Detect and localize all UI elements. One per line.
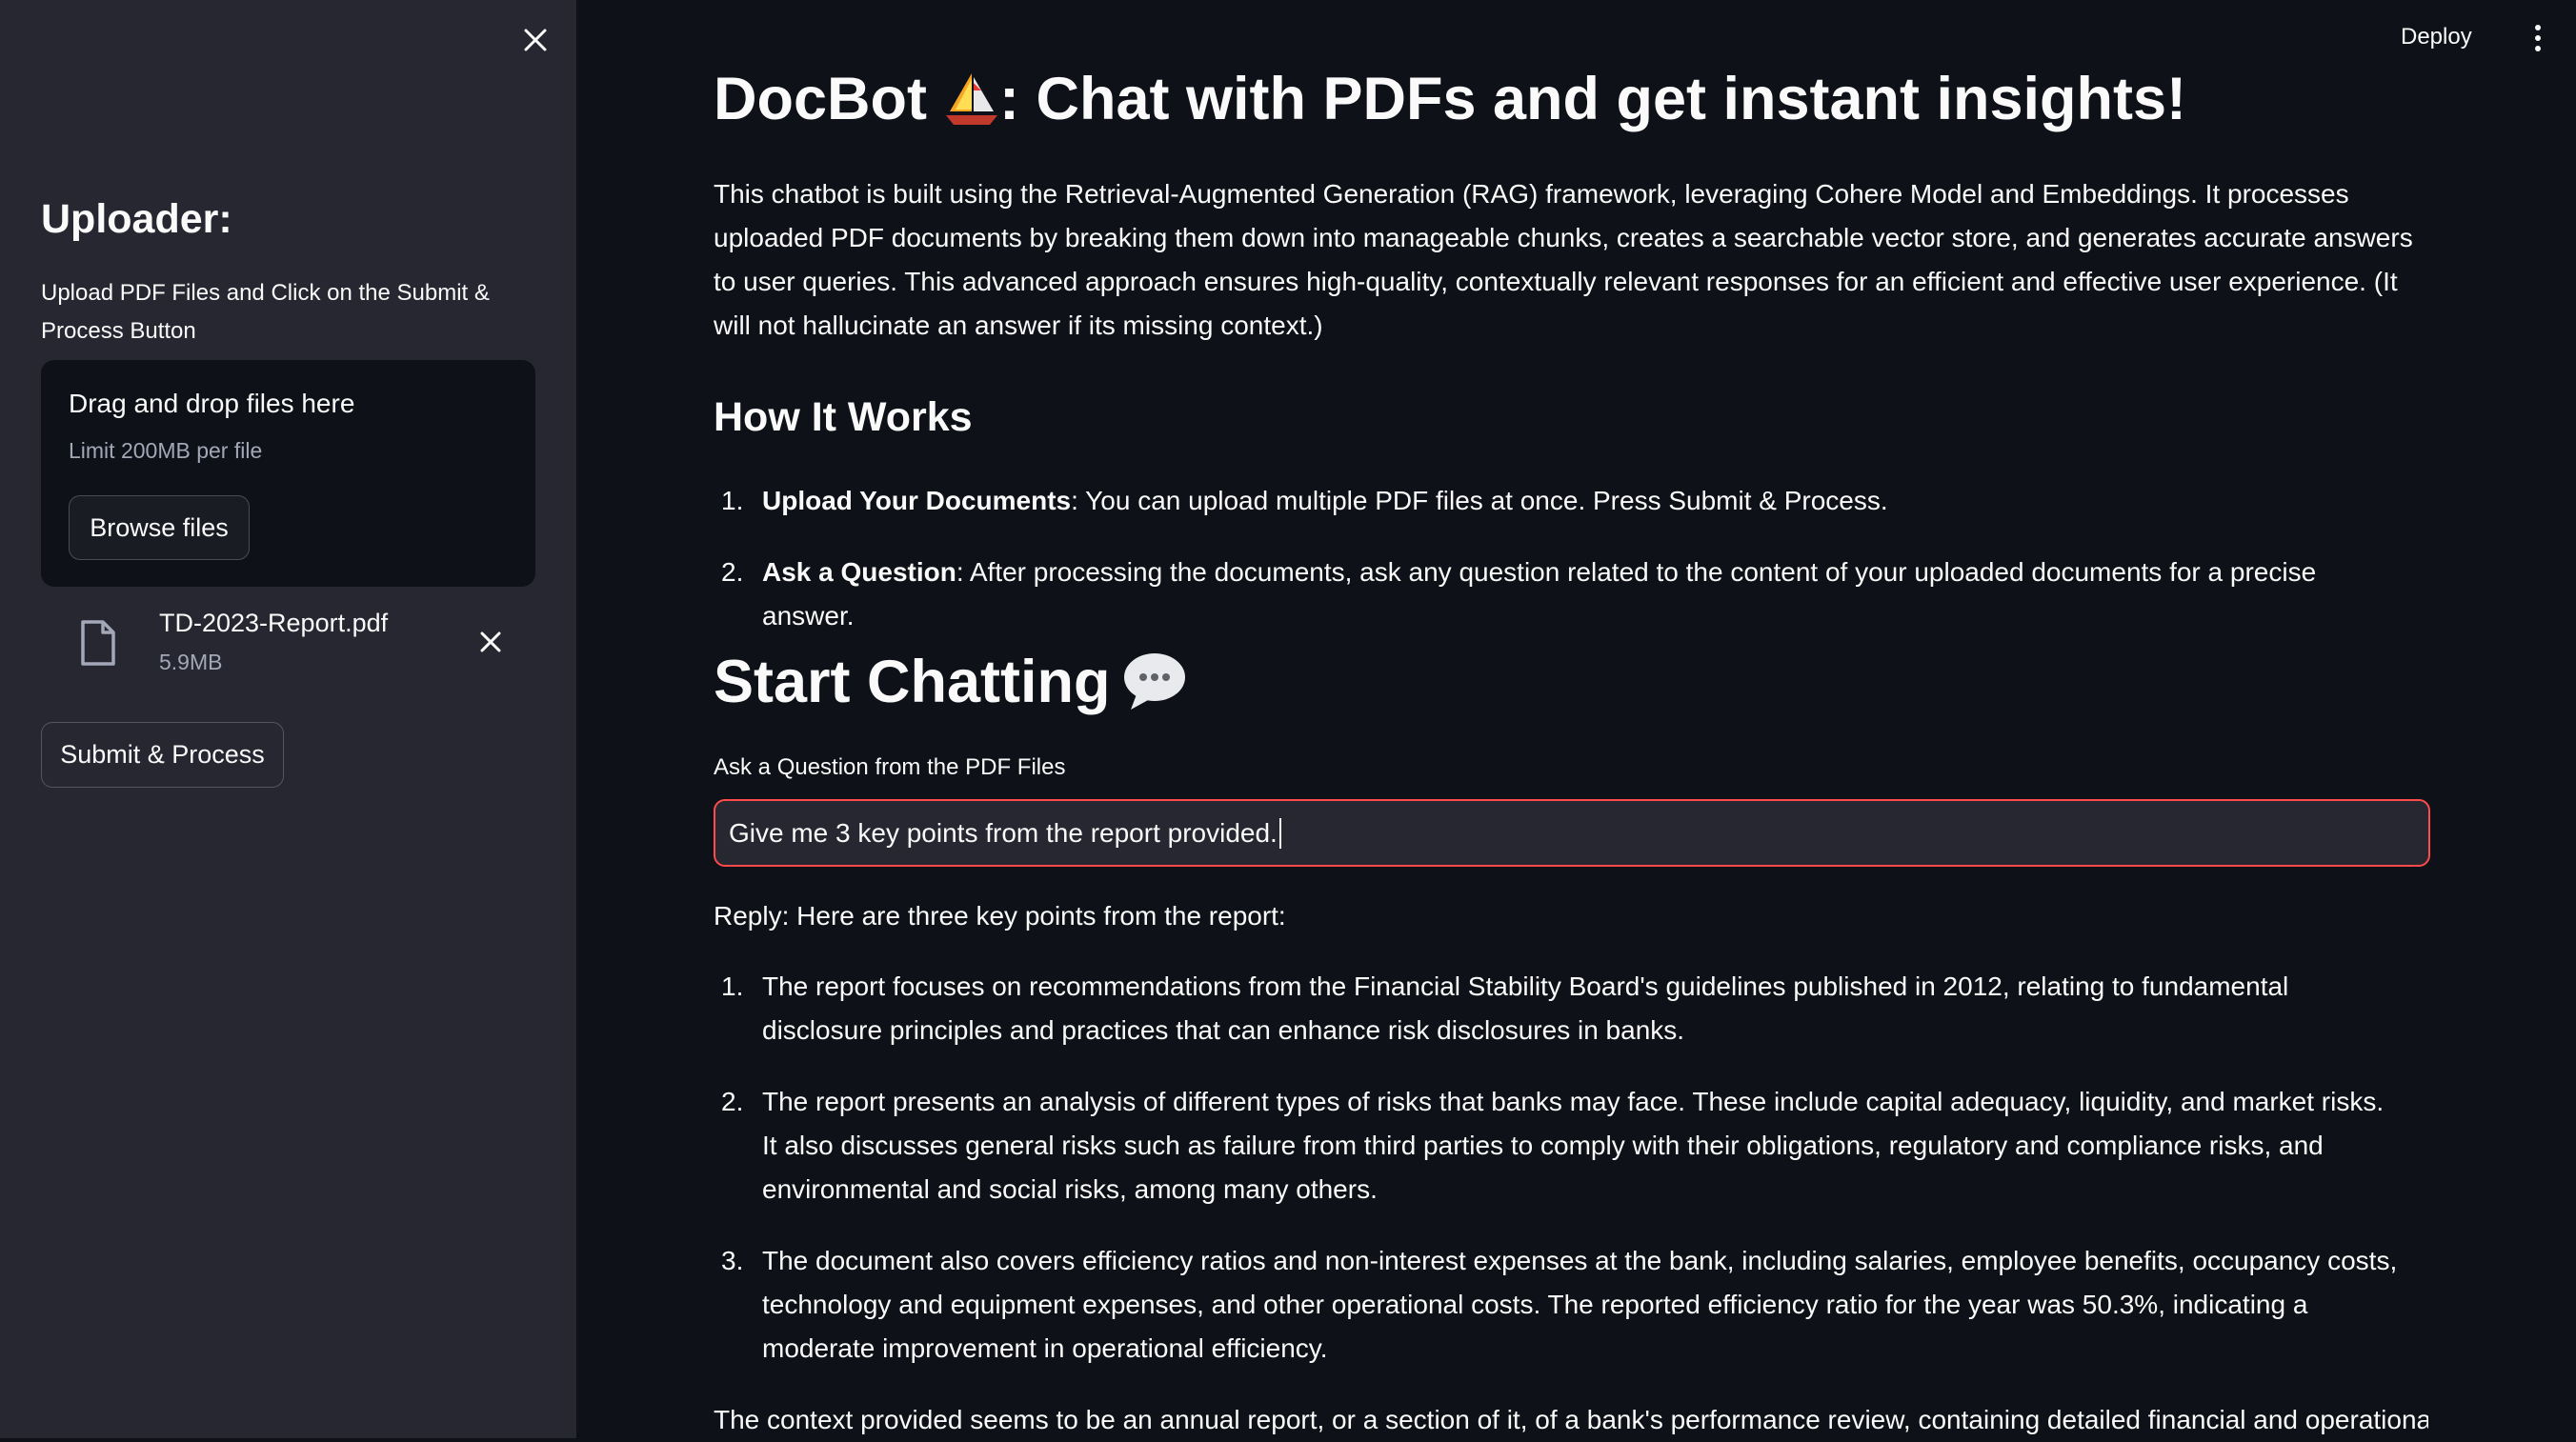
uploaded-file: TD-2023-Report.pdf 5.9MB: [41, 600, 535, 686]
page-title: DocBot : Chat with PDFs and get instant …: [714, 65, 2186, 133]
close-icon[interactable]: [518, 23, 553, 57]
kebab-menu-icon[interactable]: [2521, 21, 2555, 55]
question-input[interactable]: Give me 3 key points from the report pro…: [714, 799, 2430, 867]
list-text: Upload Your Documents: You can upload mu…: [762, 479, 2401, 523]
step-text: : After processing the documents, ask an…: [762, 557, 2317, 631]
sailboat-icon: [945, 73, 997, 125]
list-number: 2.: [721, 557, 744, 587]
list-text: The report presents an analysis of diffe…: [762, 1087, 2385, 1204]
file-size: 5.9MB: [159, 650, 223, 674]
start-chatting-label: Start Chatting: [714, 649, 1111, 715]
step-title: Ask a Question: [762, 557, 956, 587]
title-subtitle: : Chat with PDFs and get instant insight…: [998, 66, 2186, 132]
list-text: The document also covers efficiency rati…: [762, 1246, 2398, 1363]
reply-intro: Reply: Here are three key points from th…: [714, 901, 1286, 931]
dropzone-title: Drag and drop files here: [69, 389, 355, 418]
remove-file-icon[interactable]: [472, 623, 510, 661]
list-number: 3.: [721, 1246, 744, 1275]
browse-files-button[interactable]: Browse files: [69, 495, 250, 560]
list-text: Ask a Question: After processing the doc…: [762, 551, 2401, 638]
question-value: Give me 3 key points from the report pro…: [729, 817, 1278, 848]
file-name: TD-2023-Report.pdf: [159, 609, 389, 637]
question-label: Ask a Question from the PDF Files: [714, 754, 1066, 780]
how-it-works-heading: How It Works: [714, 394, 973, 440]
sidebar-description: Upload PDF Files and Click on the Submit…: [41, 280, 490, 344]
text-caret: [1278, 817, 1281, 849]
step-text: : You can upload multiple PDF files at o…: [1071, 486, 1888, 515]
step-title: Upload Your Documents: [762, 486, 1072, 515]
list-text: The report focuses on recommendations fr…: [762, 971, 2289, 1045]
file-icon: [81, 620, 115, 666]
reply-closing: The context provided seems to be an annu…: [714, 1405, 2428, 1434]
list-number: 1.: [721, 971, 744, 1001]
submit-process-button[interactable]: Submit & Process: [41, 722, 284, 788]
sidebar-title: Uploader:: [41, 196, 232, 242]
deploy-button[interactable]: Deploy: [2401, 17, 2472, 57]
list-number: 1.: [721, 486, 744, 515]
title-docbot: DocBot: [714, 66, 927, 132]
start-chatting-heading: Start Chatting: [714, 648, 1188, 716]
sidebar: Uploader: Upload PDF Files and Click on …: [0, 0, 576, 1438]
dropzone-limit: Limit 200MB per file: [69, 438, 263, 463]
list-number: 2.: [721, 1087, 744, 1116]
intro-paragraph: This chatbot is built using the Retrieva…: [714, 179, 2413, 340]
speech-bubble-icon: [1124, 653, 1186, 710]
file-dropzone[interactable]: Drag and drop files here Limit 200MB per…: [41, 360, 535, 587]
